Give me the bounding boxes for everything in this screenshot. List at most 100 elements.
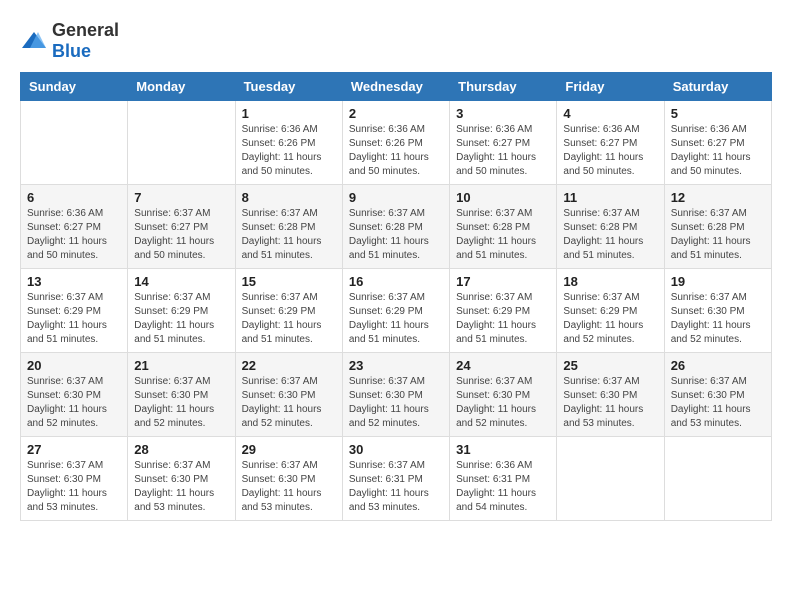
day-number: 5 [671,106,765,121]
calendar-cell-w2-d6: 11 Sunrise: 6:37 AM Sunset: 6:28 PM Dayli… [557,185,664,269]
calendar-cell-w4-d5: 24 Sunrise: 6:37 AM Sunset: 6:30 PM Dayli… [450,353,557,437]
day-info: Sunrise: 6:36 AM Sunset: 6:27 PM Dayligh… [456,123,550,179]
day-info: Sunrise: 6:36 AM Sunset: 6:27 PM Dayligh… [27,207,121,263]
day-info: Sunrise: 6:37 AM Sunset: 6:28 PM Dayligh… [563,207,657,263]
calendar-cell-w2-d7: 12 Sunrise: 6:37 AM Sunset: 6:28 PM Dayli… [664,185,771,269]
calendar-cell-w3-d7: 19 Sunrise: 6:37 AM Sunset: 6:30 PM Dayli… [664,269,771,353]
col-monday: Monday [128,73,235,101]
calendar-cell-w5-d3: 29 Sunrise: 6:37 AM Sunset: 6:30 PM Dayli… [235,437,342,521]
day-number: 29 [242,442,336,457]
day-number: 24 [456,358,550,373]
calendar-cell-w3-d6: 18 Sunrise: 6:37 AM Sunset: 6:29 PM Dayli… [557,269,664,353]
calendar-week-1: 1 Sunrise: 6:36 AM Sunset: 6:26 PM Daylig… [21,101,772,185]
col-sunday: Sunday [21,73,128,101]
calendar-cell-w5-d4: 30Sunrise: 6:37 AM Sunset: 6:31 PM Dayli… [342,437,449,521]
calendar-cell-w2-d4: 9Sunrise: 6:37 AM Sunset: 6:28 PM Daylig… [342,185,449,269]
day-info: Sunrise: 6:37 AM Sunset: 6:30 PM Dayligh… [242,459,336,515]
day-info: Sunrise: 6:37 AM Sunset: 6:30 PM Dayligh… [27,375,121,431]
day-info: Sunrise: 6:37 AM Sunset: 6:28 PM Dayligh… [242,207,336,263]
day-info: Sunrise: 6:37 AM Sunset: 6:28 PM Dayligh… [456,207,550,263]
day-number: 8 [242,190,336,205]
calendar-cell-w1-d2 [128,101,235,185]
day-number: 31 [456,442,550,457]
logo-icon [20,30,48,52]
calendar-cell-w4-d7: 26 Sunrise: 6:37 AM Sunset: 6:30 PM Dayli… [664,353,771,437]
calendar-cell-w3-d4: 16Sunrise: 6:37 AM Sunset: 6:29 PM Dayli… [342,269,449,353]
col-wednesday: Wednesday [342,73,449,101]
day-info: Sunrise: 6:36 AM Sunset: 6:27 PM Dayligh… [563,123,657,179]
day-info: Sunrise: 6:37 AM Sunset: 6:30 PM Dayligh… [27,459,121,515]
calendar-cell-w3-d1: 13Sunrise: 6:37 AM Sunset: 6:29 PM Dayli… [21,269,128,353]
col-friday: Friday [557,73,664,101]
col-thursday: Thursday [450,73,557,101]
calendar-week-2: 6Sunrise: 6:36 AM Sunset: 6:27 PM Daylig… [21,185,772,269]
day-number: 23 [349,358,443,373]
calendar-cell-w4-d1: 20 Sunrise: 6:37 AM Sunset: 6:30 PM Dayli… [21,353,128,437]
day-number: 1 [242,106,336,121]
day-number: 12 [671,190,765,205]
day-info: Sunrise: 6:36 AM Sunset: 6:26 PM Dayligh… [242,123,336,179]
day-number: 7 [134,190,228,205]
day-info: Sunrise: 6:37 AM Sunset: 6:31 PM Dayligh… [349,459,443,515]
col-tuesday: Tuesday [235,73,342,101]
day-info: Sunrise: 6:36 AM Sunset: 6:27 PM Dayligh… [671,123,765,179]
day-info: Sunrise: 6:37 AM Sunset: 6:29 PM Dayligh… [563,291,657,347]
calendar-table: Sunday Monday Tuesday Wednesday Thursday… [20,72,772,521]
day-number: 20 [27,358,121,373]
day-number: 28 [134,442,228,457]
day-info: Sunrise: 6:37 AM Sunset: 6:29 PM Dayligh… [27,291,121,347]
calendar-week-4: 20 Sunrise: 6:37 AM Sunset: 6:30 PM Dayli… [21,353,772,437]
day-info: Sunrise: 6:37 AM Sunset: 6:28 PM Dayligh… [671,207,765,263]
day-number: 27 [27,442,121,457]
day-info: Sunrise: 6:37 AM Sunset: 6:30 PM Dayligh… [671,291,765,347]
day-info: Sunrise: 6:37 AM Sunset: 6:29 PM Dayligh… [456,291,550,347]
calendar-cell-w4-d3: 22Sunrise: 6:37 AM Sunset: 6:30 PM Dayli… [235,353,342,437]
calendar-cell-w2-d1: 6Sunrise: 6:36 AM Sunset: 6:27 PM Daylig… [21,185,128,269]
calendar-cell-w5-d2: 28 Sunrise: 6:37 AM Sunset: 6:30 PM Dayli… [128,437,235,521]
page-header: General Blue [20,20,772,62]
day-number: 9 [349,190,443,205]
calendar-cell-w5-d1: 27 Sunrise: 6:37 AM Sunset: 6:30 PM Dayli… [21,437,128,521]
day-info: Sunrise: 6:37 AM Sunset: 6:29 PM Dayligh… [134,291,228,347]
calendar-cell-w2-d5: 10 Sunrise: 6:37 AM Sunset: 6:28 PM Dayli… [450,185,557,269]
calendar-cell-w4-d4: 23 Sunrise: 6:37 AM Sunset: 6:30 PM Dayli… [342,353,449,437]
calendar-cell-w5-d5: 31 Sunrise: 6:36 AM Sunset: 6:31 PM Dayli… [450,437,557,521]
calendar-cell-w5-d7 [664,437,771,521]
day-info: Sunrise: 6:37 AM Sunset: 6:30 PM Dayligh… [134,375,228,431]
day-number: 26 [671,358,765,373]
logo-text: General Blue [52,20,119,62]
logo-blue: Blue [52,41,91,61]
day-number: 4 [563,106,657,121]
day-info: Sunrise: 6:37 AM Sunset: 6:29 PM Dayligh… [349,291,443,347]
day-number: 18 [563,274,657,289]
day-number: 17 [456,274,550,289]
logo: General Blue [20,20,119,62]
calendar-week-5: 27 Sunrise: 6:37 AM Sunset: 6:30 PM Dayli… [21,437,772,521]
day-info: Sunrise: 6:37 AM Sunset: 6:27 PM Dayligh… [134,207,228,263]
day-number: 10 [456,190,550,205]
day-info: Sunrise: 6:37 AM Sunset: 6:30 PM Dayligh… [134,459,228,515]
calendar-cell-w1-d1 [21,101,128,185]
day-number: 15 [242,274,336,289]
calendar-cell-w4-d2: 21 Sunrise: 6:37 AM Sunset: 6:30 PM Dayli… [128,353,235,437]
calendar-cell-w3-d2: 14 Sunrise: 6:37 AM Sunset: 6:29 PM Dayli… [128,269,235,353]
calendar-cell-w5-d6 [557,437,664,521]
day-info: Sunrise: 6:36 AM Sunset: 6:31 PM Dayligh… [456,459,550,515]
day-info: Sunrise: 6:37 AM Sunset: 6:30 PM Dayligh… [671,375,765,431]
calendar-header-row: Sunday Monday Tuesday Wednesday Thursday… [21,73,772,101]
calendar-cell-w1-d5: 3Sunrise: 6:36 AM Sunset: 6:27 PM Daylig… [450,101,557,185]
day-number: 19 [671,274,765,289]
day-info: Sunrise: 6:37 AM Sunset: 6:30 PM Dayligh… [456,375,550,431]
calendar-cell-w1-d7: 5 Sunrise: 6:36 AM Sunset: 6:27 PM Daylig… [664,101,771,185]
calendar-cell-w1-d3: 1 Sunrise: 6:36 AM Sunset: 6:26 PM Daylig… [235,101,342,185]
col-saturday: Saturday [664,73,771,101]
day-number: 14 [134,274,228,289]
day-number: 21 [134,358,228,373]
calendar-cell-w2-d2: 7 Sunrise: 6:37 AM Sunset: 6:27 PM Daylig… [128,185,235,269]
day-number: 11 [563,190,657,205]
calendar-cell-w2-d3: 8 Sunrise: 6:37 AM Sunset: 6:28 PM Daylig… [235,185,342,269]
day-number: 2 [349,106,443,121]
day-info: Sunrise: 6:37 AM Sunset: 6:30 PM Dayligh… [349,375,443,431]
day-info: Sunrise: 6:37 AM Sunset: 6:30 PM Dayligh… [242,375,336,431]
logo-general: General [52,20,119,40]
